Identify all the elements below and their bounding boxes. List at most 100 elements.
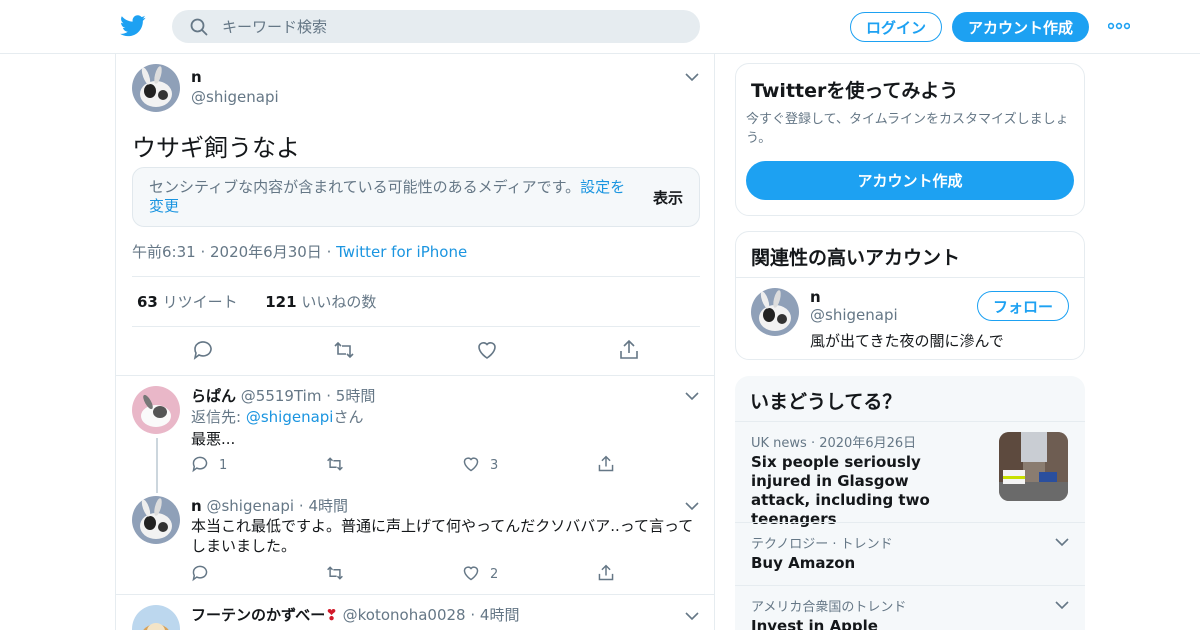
reply-icon[interactable] xyxy=(191,564,209,582)
chevron-down-icon[interactable] xyxy=(685,611,699,621)
signup-card-description: 今すぐ登録して、タイムラインをカスタマイズしましょう。 xyxy=(746,112,1069,146)
divider xyxy=(132,276,700,277)
sensitive-media-notice: センシティブな内容が含まれている可能性のあるメディアです。設定を変更 表示 xyxy=(132,167,700,227)
heart-exclamation-emoji: ❣ xyxy=(325,606,338,624)
author-handle[interactable]: @shigenapi xyxy=(191,88,279,106)
tweet-detail-column: n @shigenapi ウサギ飼うなよ センシティブな内容が含まれている可能性… xyxy=(115,54,715,630)
reply-to-line: 返信先: @shigenapiさん xyxy=(191,408,364,426)
trend-thumbnail[interactable] xyxy=(999,432,1068,501)
sensitive-message: センシティブな内容が含まれている可能性のあるメディアです。設定を変更 xyxy=(149,178,626,215)
like-count: 2 xyxy=(490,567,499,582)
trend-context: UK news · 2020年6月26日 xyxy=(751,436,917,451)
chevron-down-icon[interactable] xyxy=(685,391,699,401)
retweet-icon[interactable] xyxy=(326,455,344,473)
rabbit-avatar-image xyxy=(132,64,180,112)
reply-to-handle-link[interactable]: @shigenapi xyxy=(246,408,334,426)
tweet-time[interactable]: 午前6:31 xyxy=(132,243,196,261)
tweet-metadata: 午前6:31 · 2020年6月30日 · Twitter for iPhone xyxy=(132,243,468,261)
rabbit-avatar-image xyxy=(132,386,180,434)
search-box[interactable] xyxy=(172,10,700,43)
retweet-icon[interactable] xyxy=(333,339,355,361)
thread-connector xyxy=(156,438,158,493)
signup-card-title: Twitterを使ってみよう xyxy=(751,80,959,102)
signup-prompt-card: Twitterを使ってみよう 今すぐ登録して、タイムラインをカスタマイズしましょ… xyxy=(735,63,1085,216)
signup-button[interactable]: アカウント作成 xyxy=(952,12,1089,42)
chevron-down-icon[interactable] xyxy=(685,501,699,511)
trends-card: いまどうしてる？ UK news · 2020年6月26日 Six people… xyxy=(735,376,1085,630)
reply-time[interactable]: 4時間 xyxy=(308,497,348,515)
tweet-stats: 63 リツイート 121 いいねの数 xyxy=(137,291,376,312)
chevron-down-icon[interactable] xyxy=(685,72,699,82)
reply-text: 最悪... xyxy=(191,430,236,448)
more-options-icon[interactable] xyxy=(1108,18,1130,34)
chevron-down-icon[interactable] xyxy=(1055,537,1069,547)
rabbit-avatar-image xyxy=(132,496,180,544)
avatar[interactable] xyxy=(132,605,180,630)
like-icon[interactable] xyxy=(462,455,480,473)
trend-item[interactable]: テクノロジー · トレンド Buy Amazon xyxy=(735,522,1085,585)
reply-author-name[interactable]: フーテンのかずべー xyxy=(191,606,325,624)
reply-author-name[interactable]: n xyxy=(191,497,202,515)
search-input[interactable] xyxy=(222,10,682,43)
divider xyxy=(132,326,700,327)
share-icon[interactable] xyxy=(597,564,615,582)
reply-text: 本当これ最低ですよ。普通に声上げて何やってんだクソババア..って言ってしまいまし… xyxy=(191,517,694,555)
tweet-date[interactable]: 2020年6月30日 xyxy=(210,243,322,261)
show-media-button[interactable]: 表示 xyxy=(653,187,683,208)
chevron-down-icon[interactable] xyxy=(1055,600,1069,610)
trend-title[interactable]: Buy Amazon xyxy=(751,554,855,573)
signup-card-button[interactable]: アカウント作成 xyxy=(746,161,1074,200)
pet-avatar-image xyxy=(132,605,180,630)
retweet-icon[interactable] xyxy=(326,564,344,582)
reply-header: フーテンのかずべー❣ @kotonoha0028 · 4時間 xyxy=(191,606,520,624)
avatar[interactable] xyxy=(132,64,180,112)
retweet-stat[interactable]: 63 リツイート xyxy=(137,293,238,311)
reply-author-handle[interactable]: @kotonoha0028 xyxy=(343,606,466,624)
related-account-bio: 風が出てきた夜の闇に滲んで xyxy=(810,332,1004,350)
share-icon[interactable] xyxy=(618,339,640,361)
related-account-name[interactable]: n xyxy=(810,288,821,306)
reply-header: n @shigenapi · 4時間 xyxy=(191,497,348,515)
reply-time[interactable]: 5時間 xyxy=(336,387,376,405)
divider xyxy=(116,594,714,595)
tweet-source-link[interactable]: Twitter for iPhone xyxy=(336,243,467,261)
divider xyxy=(116,375,714,376)
like-icon[interactable] xyxy=(476,339,498,361)
reply-header: らぱん @5519Tim · 5時間 xyxy=(191,387,376,405)
reply-time[interactable]: 4時間 xyxy=(480,606,520,624)
rabbit-avatar-image xyxy=(751,288,799,336)
trends-title: いまどうしてる？ xyxy=(750,391,902,413)
like-stat[interactable]: 121 いいねの数 xyxy=(265,293,376,311)
reply-author-name[interactable]: らぱん xyxy=(191,387,236,405)
reply-count: 1 xyxy=(219,458,228,473)
avatar[interactable] xyxy=(751,288,799,336)
trend-context: テクノロジー · トレンド xyxy=(751,537,893,552)
divider xyxy=(736,277,1084,278)
reply-icon[interactable] xyxy=(192,339,214,361)
share-icon[interactable] xyxy=(597,455,615,473)
trend-item[interactable]: UK news · 2020年6月26日 Six people seriousl… xyxy=(735,421,1085,528)
search-icon xyxy=(190,18,208,36)
related-accounts-title: 関連性の高いアカウント xyxy=(751,247,961,269)
tweet-actions xyxy=(132,337,700,365)
related-account-handle[interactable]: @shigenapi xyxy=(810,306,898,324)
reply-icon[interactable] xyxy=(191,455,209,473)
twitter-bird-logo-icon[interactable] xyxy=(120,14,146,38)
tweet-text: ウサギ飼うなよ xyxy=(132,134,300,162)
follow-button[interactable]: フォロー xyxy=(977,291,1069,321)
avatar[interactable] xyxy=(132,386,180,434)
login-button[interactable]: ログイン xyxy=(850,12,942,42)
trend-context: アメリカ合衆国のトレンド xyxy=(751,600,907,615)
like-count: 3 xyxy=(490,458,499,473)
trend-title[interactable]: Invest in Apple xyxy=(751,617,878,630)
reply-author-handle[interactable]: @5519Tim xyxy=(241,387,322,405)
like-icon[interactable] xyxy=(462,564,480,582)
top-navigation-bar: ログイン アカウント作成 xyxy=(0,0,1200,54)
street-scene-image xyxy=(999,432,1068,501)
reply-author-handle[interactable]: @shigenapi xyxy=(206,497,294,515)
trend-item[interactable]: アメリカ合衆国のトレンド Invest in Apple xyxy=(735,585,1085,630)
trend-title[interactable]: Six people seriously injured in Glasgow … xyxy=(751,453,971,529)
author-name[interactable]: n xyxy=(191,68,202,86)
related-accounts-card: 関連性の高いアカウント n @shigenapi 風が出てきた夜の闇に滲んで フ… xyxy=(735,231,1085,360)
avatar[interactable] xyxy=(132,496,180,544)
